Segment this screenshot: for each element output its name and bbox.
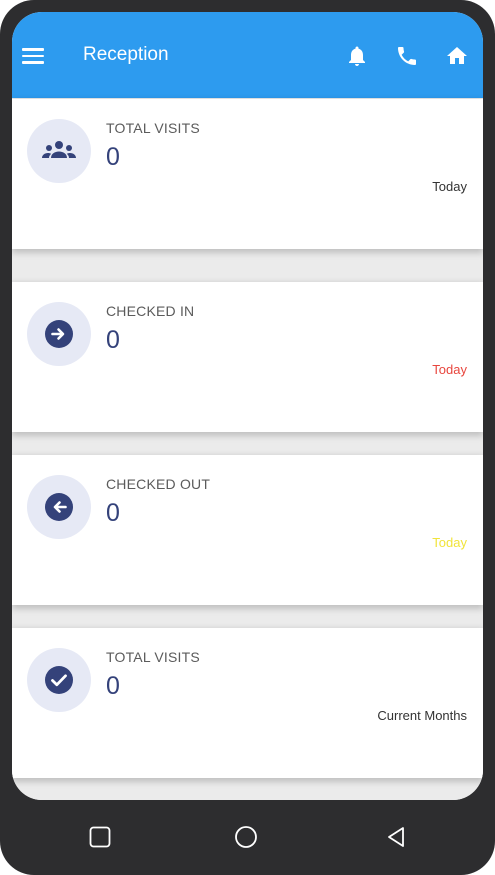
- system-nav-bar: [0, 800, 495, 875]
- card-label: CHECKED OUT: [106, 476, 211, 492]
- back-icon[interactable]: [384, 825, 408, 849]
- group-icon: [27, 119, 91, 183]
- arrow-left-circle-icon: [27, 475, 91, 539]
- phone-frame: Reception TOTAL VISITS 0 Today CHECKED I…: [0, 0, 495, 875]
- app-bar: Reception: [12, 12, 483, 98]
- page-title: Reception: [83, 44, 169, 65]
- bell-icon[interactable]: [345, 44, 369, 68]
- arrow-right-circle-icon: [27, 302, 91, 366]
- app-screen: Reception TOTAL VISITS 0 Today CHECKED I…: [12, 12, 483, 800]
- card-value: 0: [106, 672, 120, 700]
- card-value: 0: [106, 499, 120, 527]
- stat-card-checked-out[interactable]: CHECKED OUT 0 Today: [12, 455, 483, 605]
- card-label: CHECKED IN: [106, 303, 195, 319]
- card-value: 0: [106, 326, 120, 354]
- dashboard-content: TOTAL VISITS 0 Today CHECKED IN 0 Today: [12, 98, 483, 800]
- card-label: TOTAL VISITS: [106, 120, 200, 136]
- stat-card-total-visits-month[interactable]: TOTAL VISITS 0 Current Months: [12, 628, 483, 778]
- card-value: 0: [106, 143, 120, 171]
- phone-icon[interactable]: [395, 44, 419, 68]
- home-icon[interactable]: [445, 44, 469, 68]
- card-period: Today: [432, 179, 467, 194]
- card-label: TOTAL VISITS: [106, 649, 200, 665]
- card-period: Today: [432, 362, 467, 377]
- stat-card-checked-in[interactable]: CHECKED IN 0 Today: [12, 282, 483, 432]
- menu-icon[interactable]: [22, 47, 44, 65]
- recent-apps-icon[interactable]: [88, 825, 112, 849]
- check-circle-icon: [27, 648, 91, 712]
- card-period: Today: [432, 535, 467, 550]
- card-period: Current Months: [377, 708, 467, 723]
- home-circle-icon[interactable]: [234, 825, 258, 849]
- stat-card-total-visits-today[interactable]: TOTAL VISITS 0 Today: [12, 99, 483, 249]
